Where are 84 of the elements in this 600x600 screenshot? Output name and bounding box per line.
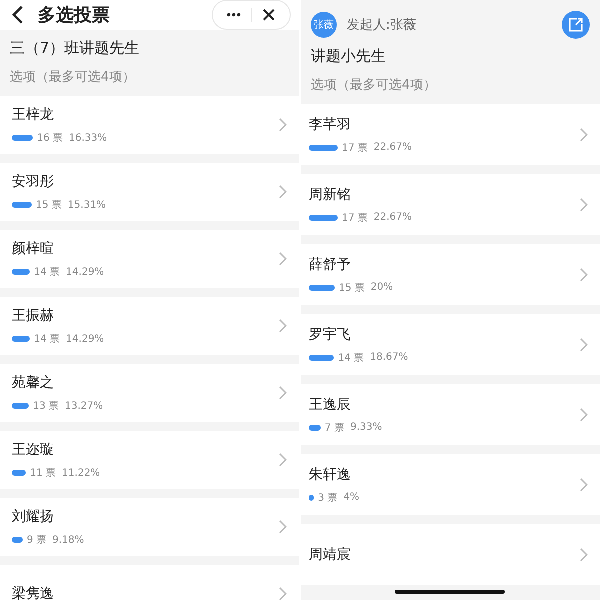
option-name: 王振赫	[12, 307, 55, 326]
back-icon	[12, 5, 24, 25]
vote-count: 13 票	[33, 400, 59, 413]
option-name: 梁隽逸	[12, 585, 55, 600]
option-name: 李芊羽	[309, 116, 352, 134]
vote-percent: 14.29%	[66, 266, 104, 278]
close-icon	[263, 9, 275, 21]
share-button[interactable]	[562, 11, 590, 39]
option-row[interactable]: 罗宇飞 14 票 18.67%	[301, 314, 600, 375]
share-icon	[568, 17, 584, 33]
option-name: 罗宇飞	[309, 326, 352, 344]
chevron-icon	[580, 478, 588, 492]
option-row[interactable]: 周靖宸	[301, 524, 600, 585]
option-row[interactable]: 安羽彤 15 票 15.31%	[0, 163, 299, 221]
option-name: 周新铭	[309, 186, 352, 204]
chevron-icon	[580, 268, 588, 282]
chevron-icon	[279, 185, 287, 199]
avatar: 张薇	[311, 12, 337, 38]
vote-percent: 9.33%	[350, 422, 382, 433]
vote-count: 17 票	[342, 142, 368, 154]
option-row[interactable]: 薛舒予 15 票 20%	[301, 244, 600, 305]
option-row[interactable]: 王迩璇 11 票 11.22%	[0, 431, 299, 489]
option-name: 王逸辰	[309, 396, 352, 414]
vote-percent: 4%	[344, 492, 360, 503]
option-row[interactable]: 李芊羽 17 票 22.67%	[301, 104, 600, 165]
vote-percent: 11.22%	[62, 468, 100, 478]
vote-count: 15 票	[36, 199, 62, 212]
poll-title: 讲题小先生	[311, 46, 387, 67]
vote-count: 14 票	[338, 352, 364, 364]
vote-count: 11 票	[30, 467, 56, 480]
chevron-icon	[580, 408, 588, 422]
vote-percent: 22.67%	[374, 212, 412, 223]
vote-percent: 14.29%	[66, 334, 104, 344]
vote-count: 9 票	[26, 534, 46, 547]
option-row[interactable]: 朱轩逸 3 票 4%	[301, 454, 600, 515]
option-name: 安羽彤	[12, 173, 55, 192]
vote-count: 14 票	[34, 333, 60, 346]
option-name: 朱轩逸	[309, 466, 352, 484]
option-row[interactable]: 梁隽逸	[0, 565, 299, 600]
vote-percent: 20%	[370, 282, 394, 293]
option-row[interactable]: 周新铭 17 票 22.67%	[301, 174, 600, 235]
vote-percent: 22.67%	[374, 142, 412, 153]
chevron-icon	[580, 548, 588, 562]
option-name: 苑馨之	[12, 374, 55, 393]
chevron-icon	[279, 386, 287, 400]
vote-percent: 18.67%	[370, 352, 408, 363]
chevron-icon	[279, 587, 287, 600]
vote-percent: 15.31%	[68, 200, 106, 210]
vote-count: 16 票	[37, 132, 63, 145]
options-hint: 选项（最多可选4项）	[311, 77, 438, 95]
chevron-icon	[279, 453, 287, 467]
option-name: 王迩璇	[12, 441, 55, 460]
vote-percent: 16.33%	[68, 132, 108, 144]
chevron-icon	[279, 252, 287, 266]
back-button[interactable]	[12, 5, 24, 25]
option-row[interactable]: 颜梓暄 14 票 14.29%	[0, 230, 299, 288]
option-row[interactable]: 王逸辰 7 票 9.33%	[301, 384, 600, 445]
vote-count: 14 票	[34, 266, 60, 279]
vote-count: 3 票	[318, 492, 338, 504]
poll-title: 三（7）班讲题先生	[10, 38, 141, 59]
vote-percent: 13.27%	[64, 400, 104, 412]
option-row[interactable]: 王振赫 14 票 14.29%	[0, 297, 299, 355]
vote-count: 15 票	[339, 282, 365, 294]
option-name: 薛舒予	[309, 256, 352, 274]
vote-percent: 9.18%	[52, 534, 84, 546]
page-title: 多选投票	[38, 4, 111, 27]
option-row[interactable]: 刘耀扬 9 票 9.18%	[0, 498, 299, 556]
chevron-icon	[279, 319, 287, 333]
option-name: 王梓龙	[12, 106, 55, 125]
vote-count: 7 票	[324, 422, 344, 434]
option-row[interactable]: 王梓龙 16 票 16.33%	[0, 96, 299, 154]
vote-count: 17 票	[342, 212, 368, 224]
more-icon	[227, 13, 241, 17]
chevron-icon	[580, 338, 588, 352]
option-row[interactable]: 苑馨之 13 票 13.27%	[0, 364, 299, 422]
options-hint: 选项（最多可选4项）	[10, 69, 136, 87]
chevron-icon	[580, 198, 588, 212]
chevron-icon	[580, 128, 588, 142]
chevron-icon	[279, 520, 287, 534]
option-name: 周靖宸	[309, 546, 352, 564]
option-name: 刘耀扬	[12, 508, 55, 527]
option-name: 颜梓暄	[12, 240, 55, 259]
chevron-icon	[279, 118, 287, 132]
creator-name: 发起人:张薇	[347, 17, 418, 34]
